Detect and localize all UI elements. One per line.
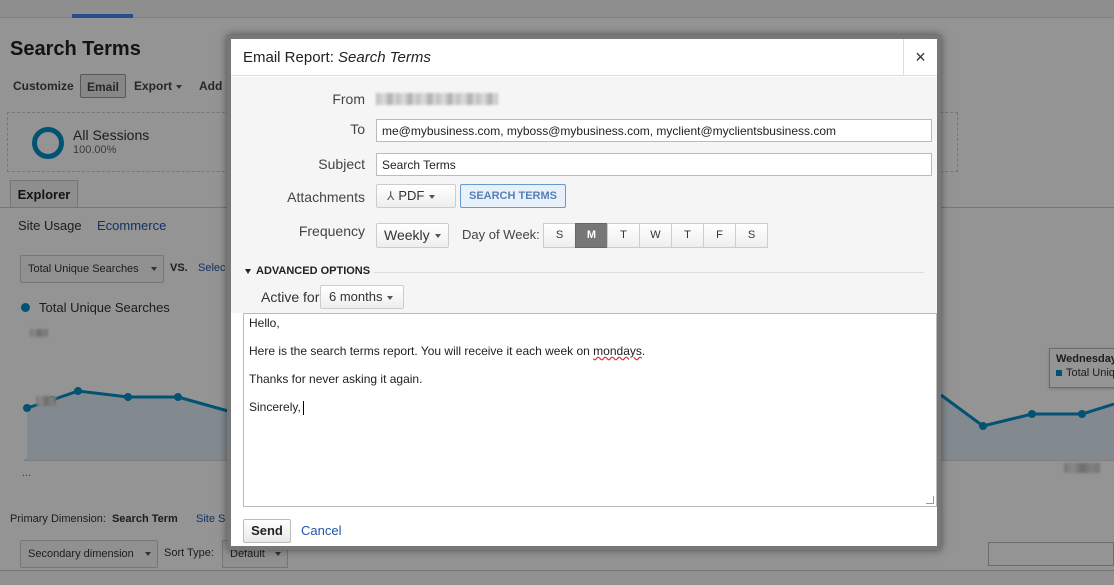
triangle-down-icon [245, 268, 251, 274]
message-line: Here is the search terms report. You wil… [249, 344, 645, 358]
frequency-label: Frequency [298, 223, 365, 239]
day-button-monday[interactable]: M [575, 223, 608, 248]
chevron-down-icon [434, 234, 441, 239]
advanced-options-toggle[interactable]: ADVANCED OPTIONS [245, 265, 370, 277]
day-button-thursday[interactable]: T [671, 223, 704, 248]
from-label: From [332, 91, 365, 107]
day-button-saturday[interactable]: S [735, 223, 768, 248]
resize-handle-icon[interactable] [926, 496, 934, 504]
from-value-redacted [376, 93, 498, 105]
close-button[interactable]: × [903, 39, 937, 76]
message-line: Thanks for never asking it again. [249, 372, 423, 386]
dialog-title-prefix: Email Report: [243, 49, 334, 66]
chevron-down-icon [429, 194, 436, 199]
advanced-options-divider [374, 272, 924, 273]
dialog-title: Email Report: Search Terms [243, 49, 431, 66]
frequency-value: Weekly [384, 227, 430, 243]
attachments-label: Attachments [287, 189, 365, 205]
dialog-title-report: Search Terms [338, 49, 431, 66]
send-button[interactable]: Send [243, 519, 291, 543]
subject-label: Subject [318, 156, 365, 172]
subject-input[interactable] [376, 153, 932, 176]
attachment-report-tag[interactable]: SEARCH TERMS [460, 184, 566, 208]
to-input[interactable] [376, 119, 932, 142]
close-icon: × [915, 47, 926, 67]
cancel-link[interactable]: Cancel [301, 523, 341, 538]
dialog-header: Email Report: Search Terms × [231, 39, 937, 76]
message-line: Hello, [249, 316, 280, 330]
message-text: Here is the search terms report. You wil… [249, 344, 594, 358]
message-text: . [641, 344, 646, 358]
attachment-format-value: PDF [398, 188, 425, 203]
active-for-row: Active for 6 months [231, 277, 937, 313]
active-for-label: Active for [261, 289, 320, 305]
day-button-tuesday[interactable]: T [607, 223, 640, 248]
message-line: Sincerely, [249, 400, 304, 415]
message-textarea[interactable]: Hello, Here is the search terms report. … [243, 313, 937, 507]
day-button-friday[interactable]: F [703, 223, 736, 248]
text-cursor [302, 400, 304, 415]
chevron-down-icon [387, 295, 394, 300]
active-for-value: 6 months [329, 289, 383, 304]
day-button-sunday[interactable]: S [543, 223, 576, 248]
frequency-select[interactable]: Weekly [376, 223, 449, 248]
day-of-week-selector: S M T W T F S [543, 223, 768, 248]
attachment-format-select[interactable]: ⅄ PDF [376, 184, 456, 208]
advanced-options-label: ADVANCED OPTIONS [256, 265, 371, 277]
message-text: Sincerely, [249, 400, 301, 414]
pdf-icon: ⅄ [387, 189, 395, 203]
day-button-wednesday[interactable]: W [639, 223, 672, 248]
active-for-select[interactable]: 6 months [320, 285, 404, 309]
misspelled-word: mondays [593, 344, 642, 358]
day-of-week-label: Day of Week: [462, 227, 540, 242]
to-label: To [350, 121, 365, 137]
email-report-dialog: Email Report: Search Terms × From To Sub… [227, 35, 941, 550]
